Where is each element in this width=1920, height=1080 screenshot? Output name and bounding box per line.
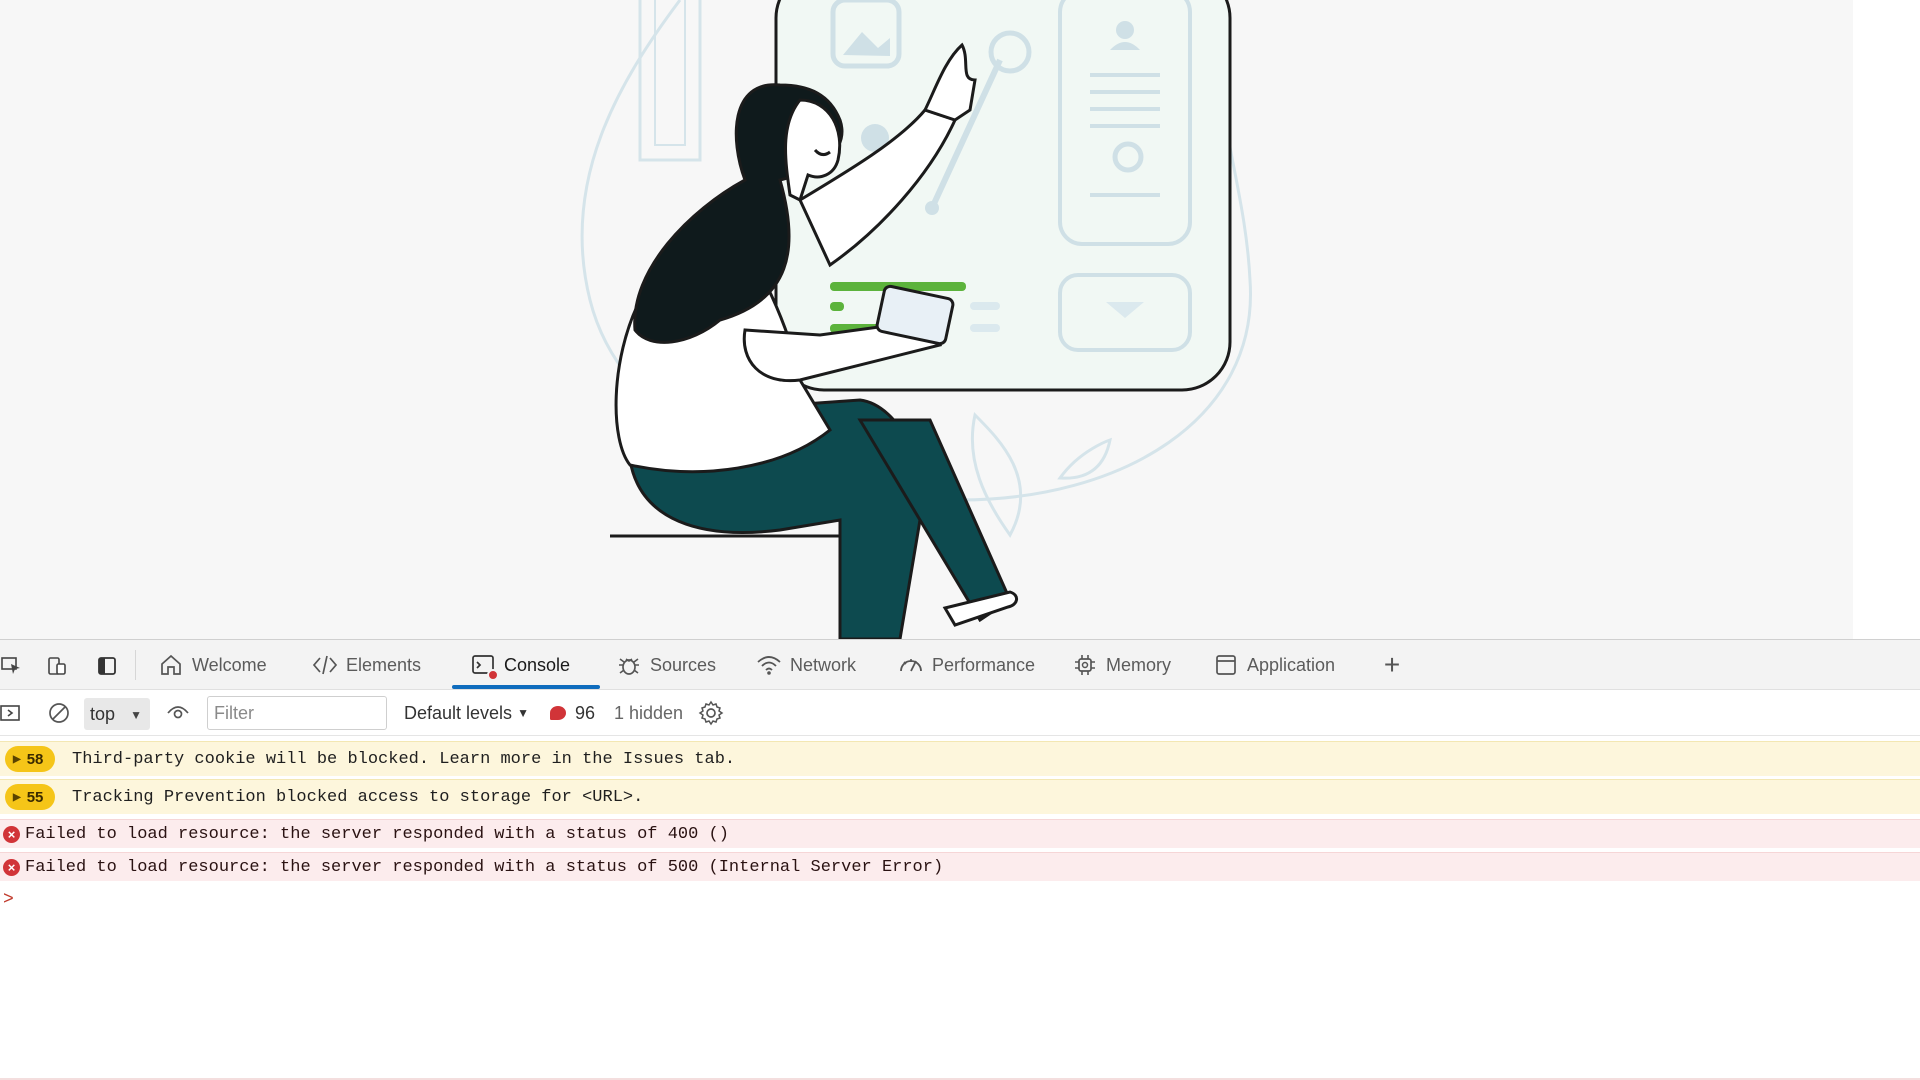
- clear-console-icon[interactable]: [46, 700, 72, 726]
- tab-elements[interactable]: Elements: [312, 640, 421, 690]
- gauge-icon: [898, 652, 924, 678]
- issue-bubble-icon: [550, 706, 566, 720]
- console-message-warning[interactable]: ▶ 55 Tracking Prevention blocked access t…: [0, 779, 1920, 814]
- console-settings-gear-icon[interactable]: [698, 700, 724, 726]
- error-x-icon: ×: [3, 858, 20, 876]
- window-icon: [1213, 652, 1239, 678]
- tab-performance[interactable]: Performance: [898, 640, 1035, 690]
- tab-network[interactable]: Network: [756, 640, 856, 690]
- levels-label: Default levels: [404, 702, 513, 723]
- tab-memory[interactable]: Memory: [1072, 640, 1171, 690]
- console-prompt[interactable]: >: [3, 890, 14, 910]
- inspect-element-icon[interactable]: [0, 653, 24, 679]
- message-text: Failed to load resource: the server resp…: [25, 824, 729, 844]
- chevron-down-icon: ▼: [130, 708, 142, 722]
- repeat-count-badge[interactable]: ▶ 55: [5, 784, 55, 810]
- chevron-down-icon: ▼: [517, 706, 529, 720]
- add-tab-plus-icon[interactable]: +: [1379, 651, 1405, 679]
- dock-side-icon[interactable]: [94, 653, 120, 679]
- console-message-error[interactable]: × Failed to load resource: the server re…: [0, 819, 1920, 848]
- wifi-icon: [756, 652, 782, 678]
- devtools-tabbar: Welcome Elements Console Sources Network…: [0, 640, 1920, 690]
- issue-count: 96: [575, 702, 596, 723]
- log-levels-dropdown[interactable]: Default levels ▼: [404, 690, 529, 736]
- console-message-warning[interactable]: ▶ 58 Third-party cookie will be blocked. …: [0, 741, 1920, 776]
- devtools-panel: Welcome Elements Console Sources Network…: [0, 639, 1920, 1080]
- console-icon: [470, 652, 499, 681]
- tab-label: Welcome: [192, 654, 267, 675]
- message-text: Tracking Prevention blocked access to st…: [72, 787, 644, 807]
- repeat-count-badge[interactable]: ▶ 58: [5, 746, 55, 772]
- hero-illustration: [580, 0, 1252, 639]
- console-toolbar: top ▼ Default levels ▼ 96 1 hidden: [0, 690, 1920, 736]
- tab-console[interactable]: Console: [451, 640, 601, 690]
- tab-label: Network: [790, 654, 857, 675]
- toolbar-separator: [135, 650, 136, 680]
- hidden-messages-count: 1 hidden: [614, 702, 684, 723]
- expand-triangle-icon: ▶: [13, 753, 21, 765]
- context-value: top: [90, 703, 116, 724]
- message-text: Failed to load resource: the server resp…: [25, 857, 944, 877]
- console-message-error[interactable]: × Failed to load resource: the server re…: [0, 852, 1920, 881]
- context-selector[interactable]: top ▼: [84, 698, 150, 730]
- page-viewport: [0, 0, 1920, 639]
- tab-label: Console: [504, 654, 571, 675]
- tab-label: Sources: [650, 654, 717, 675]
- expand-triangle-icon: ▶: [13, 791, 21, 803]
- error-x-icon: ×: [3, 825, 20, 843]
- tab-label: Performance: [932, 654, 1036, 675]
- bug-icon: [616, 652, 642, 678]
- tab-application[interactable]: Application: [1213, 640, 1335, 690]
- message-text: Third-party cookie will be blocked. Lear…: [72, 749, 736, 769]
- code-icon: [312, 652, 338, 678]
- chip-icon: [1072, 652, 1098, 678]
- tab-label: Memory: [1106, 654, 1172, 675]
- show-sidebar-icon[interactable]: [0, 700, 24, 726]
- tab-label: Elements: [346, 654, 422, 675]
- live-expression-eye-icon[interactable]: [165, 700, 191, 726]
- error-indicator-dot: [487, 669, 499, 681]
- filter-input[interactable]: [207, 696, 387, 730]
- tab-label: Application: [1247, 654, 1336, 675]
- issues-counter[interactable]: 96: [550, 690, 595, 736]
- device-emulation-icon[interactable]: [44, 653, 70, 679]
- home-icon: [158, 652, 184, 678]
- tab-welcome[interactable]: Welcome: [158, 640, 267, 690]
- tab-sources[interactable]: Sources: [616, 640, 716, 690]
